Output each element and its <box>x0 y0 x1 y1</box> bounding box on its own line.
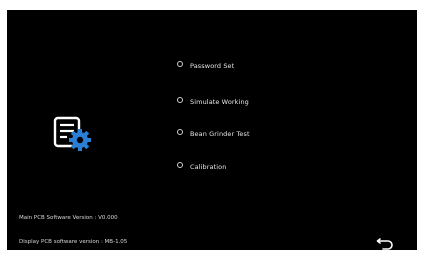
document-gear-icon <box>52 116 98 162</box>
bullet-icon <box>177 96 183 103</box>
settings-screen: Password Set Simulate Working Bean Grind… <box>7 10 417 250</box>
menu-item-label: Calibration <box>190 163 227 171</box>
bullet-icon <box>177 161 183 168</box>
menu-item-label: Bean Grinder Test <box>190 130 250 138</box>
bullet-icon <box>177 128 183 135</box>
display-pcb-version: Display PCB software version : MB-1.05 <box>19 239 128 245</box>
menu-item-label: Simulate Working <box>190 98 249 106</box>
back-arrow-icon <box>376 238 393 250</box>
menu-item-simulate-working[interactable]: Simulate Working <box>177 94 249 110</box>
menu-item-label: Password Set <box>190 62 235 70</box>
menu-item-calibration[interactable]: Calibration <box>177 159 226 175</box>
back-button[interactable] <box>375 235 395 250</box>
menu-item-bean-grinder-test[interactable]: Bean Grinder Test <box>177 126 250 142</box>
main-pcb-version: Main PCB Software Version : V0.000 <box>19 215 118 221</box>
bullet-icon <box>177 60 183 67</box>
menu-item-password-set[interactable]: Password Set <box>177 58 234 74</box>
